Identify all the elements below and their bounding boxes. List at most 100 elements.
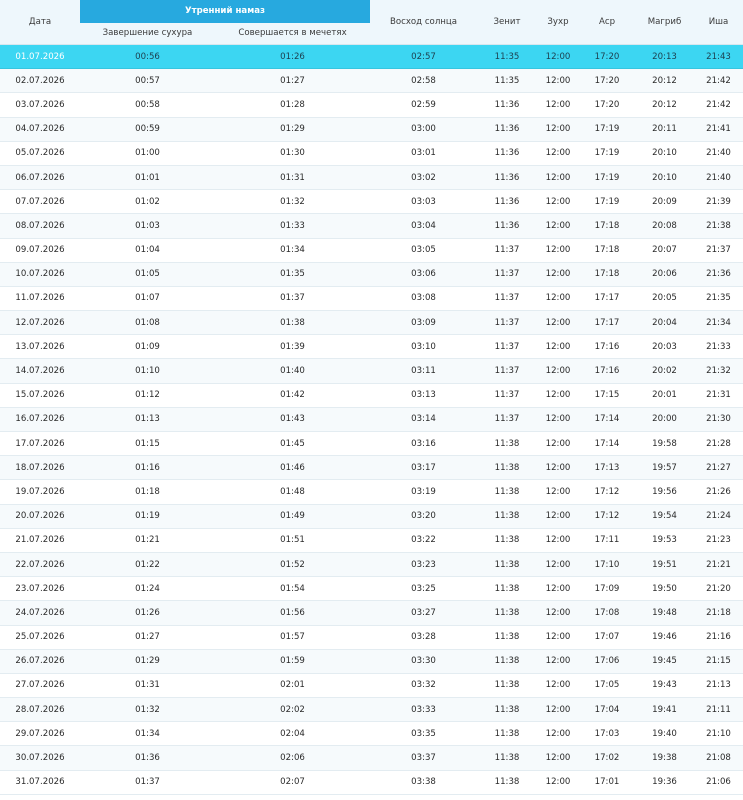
cell-date: 22.07.2026 — [0, 552, 80, 578]
cell-maghrib: 19:46 — [635, 625, 694, 650]
cell-isha: 21:43 — [694, 44, 743, 70]
cell-asr: 17:20 — [579, 68, 635, 94]
cell-isha: 21:30 — [694, 407, 743, 433]
cell-sunrise: 02:59 — [370, 92, 477, 118]
cell-isha: 21:11 — [694, 697, 743, 723]
header-morning-prayer: Утренний намаз — [80, 0, 370, 23]
cell-sahur-end: 01:36 — [80, 745, 215, 771]
cell-asr: 17:19 — [579, 165, 635, 191]
cell-maghrib: 20:11 — [635, 117, 694, 142]
cell-zuhr: 12:00 — [537, 286, 579, 312]
cell-sahur-end: 01:13 — [80, 407, 215, 433]
cell-asr: 17:16 — [579, 334, 635, 360]
cell-asr: 17:14 — [579, 431, 635, 457]
table-header: Дата Утренний намаз Восход солнца Зенит … — [0, 0, 743, 45]
cell-sahur-end: 01:26 — [80, 600, 215, 626]
cell-date: 30.07.2026 — [0, 745, 80, 771]
cell-maghrib: 19:50 — [635, 576, 694, 602]
cell-zuhr: 12:00 — [537, 262, 579, 287]
cell-sunrise: 03:22 — [370, 528, 477, 553]
table-row: 04.07.2026 00:59 01:29 03:00 11:36 12:00 17:19… — [0, 117, 743, 142]
cell-isha: 21:42 — [694, 92, 743, 118]
cell-zenith: 11:38 — [477, 431, 537, 457]
cell-sunrise: 03:16 — [370, 431, 477, 457]
cell-isha: 21:39 — [694, 189, 743, 215]
cell-sunrise: 03:30 — [370, 649, 477, 674]
table-row: 08.07.2026 01:03 01:33 03:04 11:36 12:00 17:18… — [0, 213, 743, 239]
cell-zenith: 11:37 — [477, 407, 537, 433]
cell-zuhr: 12:00 — [537, 697, 579, 723]
cell-asr: 17:12 — [579, 479, 635, 505]
cell-date: 25.07.2026 — [0, 625, 80, 650]
cell-mosque-time: 01:30 — [215, 141, 370, 166]
cell-sunrise: 03:04 — [370, 213, 477, 239]
cell-mosque-time: 01:37 — [215, 286, 370, 312]
cell-sahur-end: 01:21 — [80, 528, 215, 553]
cell-isha: 21:40 — [694, 165, 743, 191]
cell-asr: 17:10 — [579, 552, 635, 578]
cell-maghrib: 19:58 — [635, 431, 694, 457]
cell-isha: 21:24 — [694, 504, 743, 529]
cell-zuhr: 12:00 — [537, 334, 579, 360]
cell-asr: 17:07 — [579, 625, 635, 650]
table-row: 19.07.2026 01:18 01:48 03:19 11:38 12:00 17:12… — [0, 479, 743, 505]
cell-maghrib: 19:38 — [635, 745, 694, 771]
cell-date: 21.07.2026 — [0, 528, 80, 553]
cell-date: 29.07.2026 — [0, 721, 80, 747]
cell-isha: 21:42 — [694, 68, 743, 94]
cell-sunrise: 03:20 — [370, 504, 477, 529]
cell-sahur-end: 01:34 — [80, 721, 215, 747]
cell-asr: 17:17 — [579, 286, 635, 312]
cell-sahur-end: 01:15 — [80, 431, 215, 457]
cell-isha: 21:32 — [694, 358, 743, 384]
cell-mosque-time: 01:32 — [215, 189, 370, 215]
cell-zuhr: 12:00 — [537, 649, 579, 674]
table-row: 05.07.2026 01:00 01:30 03:01 11:36 12:00 17:19… — [0, 141, 743, 166]
table-row: 26.07.2026 01:29 01:59 03:30 11:38 12:00 17:06… — [0, 649, 743, 674]
cell-asr: 17:09 — [579, 576, 635, 602]
cell-zuhr: 12:00 — [537, 625, 579, 650]
cell-zenith: 11:37 — [477, 358, 537, 384]
cell-sunrise: 03:28 — [370, 625, 477, 650]
cell-mosque-time: 01:38 — [215, 310, 370, 336]
header-asr: Аср — [579, 0, 635, 45]
cell-mosque-time: 02:06 — [215, 745, 370, 771]
cell-date: 20.07.2026 — [0, 504, 80, 529]
cell-mosque-time: 01:49 — [215, 504, 370, 529]
cell-maghrib: 20:12 — [635, 92, 694, 118]
table-row: 10.07.2026 01:05 01:35 03:06 11:37 12:00 17:18… — [0, 262, 743, 287]
cell-asr: 17:01 — [579, 770, 635, 795]
cell-mosque-time: 01:48 — [215, 479, 370, 505]
cell-maghrib: 19:48 — [635, 600, 694, 626]
cell-sahur-end: 01:29 — [80, 649, 215, 674]
header-isha: Иша — [694, 0, 743, 45]
cell-isha: 21:08 — [694, 745, 743, 771]
cell-maghrib: 20:08 — [635, 213, 694, 239]
header-maghrib: Магриб — [635, 0, 694, 45]
cell-maghrib: 20:12 — [635, 68, 694, 94]
cell-sahur-end: 01:03 — [80, 213, 215, 239]
cell-sunrise: 03:37 — [370, 745, 477, 771]
cell-zenith: 11:36 — [477, 92, 537, 118]
cell-zuhr: 12:00 — [537, 552, 579, 578]
header-mosque-time: Совершается в мечетях — [215, 22, 370, 45]
cell-sunrise: 03:35 — [370, 721, 477, 747]
cell-zenith: 11:35 — [477, 68, 537, 94]
cell-date: 23.07.2026 — [0, 576, 80, 602]
table-row: 07.07.2026 01:02 01:32 03:03 11:36 12:00 17:19… — [0, 189, 743, 215]
cell-isha: 21:31 — [694, 383, 743, 408]
cell-date: 08.07.2026 — [0, 213, 80, 239]
cell-sunrise: 03:09 — [370, 310, 477, 336]
cell-isha: 21:23 — [694, 528, 743, 553]
cell-asr: 17:05 — [579, 673, 635, 699]
cell-sahur-end: 00:58 — [80, 92, 215, 118]
cell-maghrib: 20:09 — [635, 189, 694, 215]
cell-sunrise: 03:25 — [370, 576, 477, 602]
cell-date: 05.07.2026 — [0, 141, 80, 166]
cell-mosque-time: 01:59 — [215, 649, 370, 674]
cell-sunrise: 03:03 — [370, 189, 477, 215]
cell-date: 01.07.2026 — [0, 44, 80, 70]
cell-mosque-time: 01:51 — [215, 528, 370, 553]
cell-zenith: 11:38 — [477, 600, 537, 626]
cell-isha: 21:27 — [694, 455, 743, 481]
